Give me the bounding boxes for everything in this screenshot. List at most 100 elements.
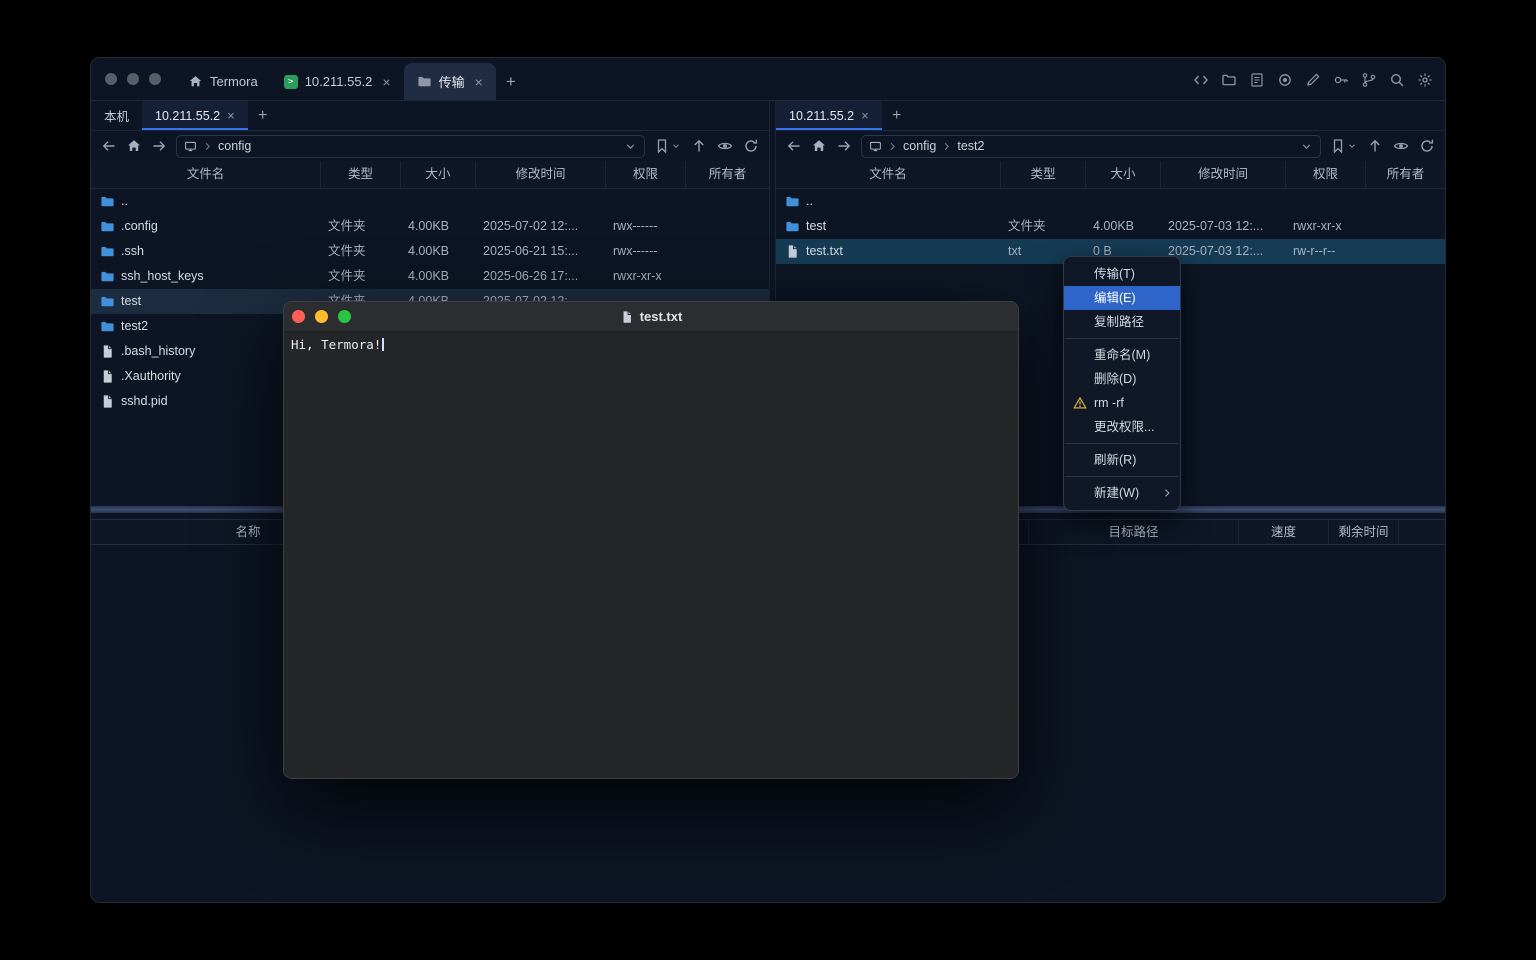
close-icon[interactable]: × bbox=[861, 109, 869, 122]
home-icon[interactable] bbox=[811, 138, 827, 154]
pencil-icon[interactable] bbox=[1305, 72, 1321, 88]
terminal-icon: > bbox=[284, 75, 298, 89]
file-permissions: rwxr-xr-x bbox=[1286, 214, 1366, 239]
menu-item[interactable]: rm -rf bbox=[1064, 391, 1180, 415]
folder-icon[interactable] bbox=[1221, 72, 1237, 88]
column-header[interactable]: 所有者 bbox=[1366, 161, 1445, 188]
breadcrumb-segment[interactable]: test2 bbox=[957, 139, 984, 153]
column-header[interactable]: 权限 bbox=[606, 161, 686, 188]
file-type: 文件夹 bbox=[321, 239, 401, 264]
close-window-button[interactable] bbox=[105, 73, 117, 85]
column-header[interactable]: 修改时间 bbox=[1161, 161, 1286, 188]
path-breadcrumb[interactable]: config bbox=[176, 135, 645, 158]
menu-item[interactable]: 刷新(R) bbox=[1064, 448, 1180, 472]
menu-item[interactable]: 重命名(M) bbox=[1064, 343, 1180, 367]
folder-icon bbox=[417, 74, 432, 89]
minimize-window-button[interactable] bbox=[127, 73, 139, 85]
column-header[interactable]: 所有者 bbox=[686, 161, 769, 188]
bookmark-dropdown[interactable] bbox=[1330, 138, 1357, 154]
settings-icon[interactable] bbox=[1417, 72, 1433, 88]
refresh-icon[interactable] bbox=[743, 138, 759, 154]
column-header[interactable]: 修改时间 bbox=[476, 161, 606, 188]
close-icon[interactable]: × bbox=[227, 109, 235, 122]
key-icon[interactable] bbox=[1333, 72, 1349, 88]
forward-icon[interactable] bbox=[836, 138, 852, 154]
new-tab-button[interactable]: + bbox=[496, 63, 526, 100]
tab-label: 传输 bbox=[439, 72, 465, 91]
menu-item[interactable]: 更改权限... bbox=[1064, 415, 1180, 439]
tab-label: Termora bbox=[210, 74, 258, 89]
column-header[interactable]: 类型 bbox=[321, 161, 401, 188]
file-icon bbox=[100, 369, 115, 384]
menu-item-label: 刷新(R) bbox=[1094, 453, 1136, 467]
main-tab[interactable]: Termora bbox=[175, 63, 271, 100]
file-row[interactable]: ssh_host_keys文件夹4.00KB2025-06-26 17:...r… bbox=[91, 264, 769, 289]
main-tab[interactable]: >10.211.55.2× bbox=[271, 63, 404, 100]
dialog-title-text: test.txt bbox=[640, 309, 683, 324]
column-header[interactable]: 大小 bbox=[401, 161, 476, 188]
close-icon[interactable]: × bbox=[382, 75, 390, 89]
panel-tab[interactable]: 本机 bbox=[91, 101, 142, 130]
parent-directory-icon[interactable] bbox=[691, 138, 707, 154]
forward-icon[interactable] bbox=[151, 138, 167, 154]
new-tab-button[interactable]: + bbox=[882, 101, 912, 130]
menu-item[interactable]: 传输(T) bbox=[1064, 262, 1180, 286]
editor-content[interactable]: Hi, Termora! bbox=[284, 332, 1018, 779]
branch-icon[interactable] bbox=[1361, 72, 1377, 88]
menu-item[interactable]: 编辑(E) bbox=[1064, 286, 1180, 310]
column-header[interactable]: 类型 bbox=[1001, 161, 1086, 188]
file-owner bbox=[1366, 239, 1445, 264]
bookmark-dropdown[interactable] bbox=[654, 138, 681, 154]
record-icon[interactable] bbox=[1277, 72, 1293, 88]
transfer-column-remaining-time[interactable]: 剩余时间 bbox=[1329, 520, 1399, 544]
search-icon[interactable] bbox=[1389, 72, 1405, 88]
chevron-down-icon[interactable] bbox=[1300, 140, 1313, 153]
folder-icon bbox=[100, 269, 115, 284]
dialog-window-controls bbox=[292, 310, 351, 323]
zoom-window-button[interactable] bbox=[338, 310, 351, 323]
tab-label: 10.211.55.2 bbox=[789, 109, 854, 123]
menu-item[interactable]: 复制路径 bbox=[1064, 310, 1180, 334]
file-row[interactable]: .ssh文件夹4.00KB2025-06-21 15:...rwx------ bbox=[91, 239, 769, 264]
panel-tab[interactable]: 10.211.55.2× bbox=[142, 101, 248, 130]
column-header[interactable]: 权限 bbox=[1286, 161, 1366, 188]
chevron-down-icon[interactable] bbox=[624, 140, 637, 153]
column-header[interactable]: 文件名 bbox=[91, 161, 321, 188]
close-icon[interactable]: × bbox=[475, 75, 483, 89]
transfer-column-target-path[interactable]: 目标路径 bbox=[1029, 520, 1239, 544]
file-type: 文件夹 bbox=[321, 264, 401, 289]
file-row[interactable]: test文件夹4.00KB2025-07-03 12:...rwxr-xr-x bbox=[776, 214, 1445, 239]
zoom-window-button[interactable] bbox=[149, 73, 161, 85]
column-header[interactable]: 文件名 bbox=[776, 161, 1001, 188]
show-hidden-files-icon[interactable] bbox=[1393, 138, 1409, 154]
file-actions bbox=[1330, 138, 1435, 154]
back-icon[interactable] bbox=[786, 138, 802, 154]
right-panel-tab-bar: 10.211.55.2 × + bbox=[776, 101, 1445, 131]
panel-tab[interactable]: 10.211.55.2 × bbox=[776, 101, 882, 130]
menu-item-label: 重命名(M) bbox=[1094, 348, 1150, 362]
breadcrumb-segment[interactable]: config bbox=[903, 139, 936, 153]
file-name-cell: test bbox=[776, 214, 1001, 239]
path-breadcrumb[interactable]: config test2 bbox=[861, 135, 1321, 158]
menu-item[interactable]: 删除(D) bbox=[1064, 367, 1180, 391]
notes-icon[interactable] bbox=[1249, 72, 1265, 88]
home-icon[interactable] bbox=[126, 138, 142, 154]
show-hidden-files-icon[interactable] bbox=[717, 138, 733, 154]
column-header[interactable]: 大小 bbox=[1086, 161, 1161, 188]
refresh-icon[interactable] bbox=[1419, 138, 1435, 154]
back-icon[interactable] bbox=[101, 138, 117, 154]
file-row[interactable]: .. bbox=[776, 189, 1445, 214]
code-icon[interactable] bbox=[1193, 72, 1209, 88]
file-row[interactable]: .. bbox=[91, 189, 769, 214]
minimize-window-button[interactable] bbox=[315, 310, 328, 323]
new-tab-button[interactable]: + bbox=[248, 101, 278, 130]
transfer-column-speed[interactable]: 速度 bbox=[1239, 520, 1329, 544]
breadcrumb-segment[interactable]: config bbox=[218, 139, 251, 153]
menu-item[interactable]: 新建(W) bbox=[1064, 481, 1180, 505]
folder-icon bbox=[100, 244, 115, 259]
main-tab[interactable]: 传输 × bbox=[404, 63, 496, 100]
close-window-button[interactable] bbox=[292, 310, 305, 323]
file-row[interactable]: .config文件夹4.00KB2025-07-02 12:...rwx----… bbox=[91, 214, 769, 239]
parent-directory-icon[interactable] bbox=[1367, 138, 1383, 154]
file-icon bbox=[620, 310, 634, 324]
